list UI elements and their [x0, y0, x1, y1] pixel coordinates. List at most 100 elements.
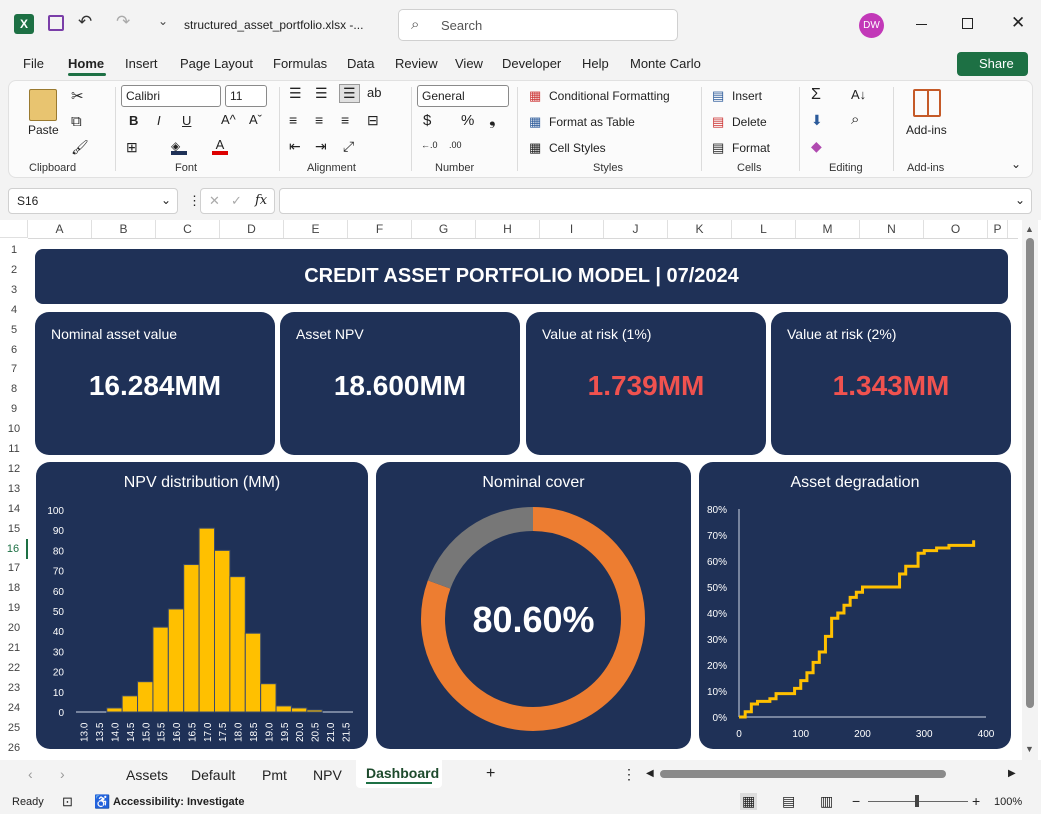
row-header[interactable]: 16: [0, 538, 28, 559]
paste-button[interactable]: Paste: [28, 123, 59, 137]
column-header[interactable]: J: [604, 220, 668, 238]
column-header[interactable]: I: [540, 220, 604, 238]
row-header[interactable]: 13: [0, 479, 28, 499]
row-header[interactable]: 1: [0, 240, 28, 260]
vertical-scroll-thumb[interactable]: [1026, 238, 1034, 708]
row-header[interactable]: 5: [0, 320, 28, 340]
row-header[interactable]: 25: [0, 718, 28, 738]
underline-button[interactable]: U: [182, 113, 191, 128]
horizontal-scroll-thumb[interactable]: [660, 770, 946, 778]
add-ins-icon[interactable]: [913, 89, 941, 117]
find-select-icon[interactable]: ⌕: [851, 111, 859, 128]
column-header[interactable]: C: [156, 220, 220, 238]
menu-developer[interactable]: Developer: [502, 56, 561, 71]
row-header[interactable]: 14: [0, 499, 28, 519]
column-header[interactable]: H: [476, 220, 540, 238]
column-header[interactable]: P: [988, 220, 1008, 238]
shrink-font-icon[interactable]: Aˇ: [249, 112, 262, 127]
row-header[interactable]: 24: [0, 698, 28, 718]
borders-icon[interactable]: ⊞: [126, 139, 138, 156]
minimize-icon[interactable]: [916, 24, 927, 25]
customize-qat-icon[interactable]: ⌄: [158, 14, 168, 28]
align-left-icon[interactable]: ≡: [289, 112, 297, 128]
column-header[interactable]: F: [348, 220, 412, 238]
row-header[interactable]: 8: [0, 379, 28, 399]
column-header[interactable]: O: [924, 220, 988, 238]
row-header[interactable]: 3: [0, 280, 28, 300]
row-header[interactable]: 11: [0, 439, 28, 459]
insert-cells-icon[interactable]: ▤: [712, 88, 724, 104]
copy-icon[interactable]: ⧉: [71, 113, 82, 130]
decrease-indent-icon[interactable]: ⇤: [289, 138, 301, 155]
name-box[interactable]: S16 ⌄: [8, 188, 178, 214]
sheet-tab-assets[interactable]: Assets: [126, 767, 168, 783]
row-header[interactable]: 4: [0, 300, 28, 320]
font-size-select[interactable]: 11: [225, 85, 267, 107]
page-layout-view-icon[interactable]: ▤: [782, 793, 795, 810]
column-header[interactable]: E: [284, 220, 348, 238]
align-center-icon[interactable]: ≡: [315, 112, 323, 128]
clear-icon[interactable]: ◆: [811, 138, 822, 155]
scroll-up-icon[interactable]: ▲: [1025, 224, 1034, 234]
italic-button[interactable]: I: [157, 113, 161, 128]
format-as-table-icon[interactable]: ▦: [529, 114, 541, 130]
scroll-down-icon[interactable]: ▼: [1025, 744, 1034, 754]
share-button[interactable]: Share ⌄: [957, 52, 1028, 95]
fill-color-icon[interactable]: ◈: [171, 139, 187, 155]
row-header[interactable]: 9: [0, 399, 28, 419]
menu-home[interactable]: Home: [68, 56, 104, 71]
menu-file[interactable]: File: [23, 56, 44, 71]
add-ins-button[interactable]: Add-ins: [906, 123, 947, 137]
sheet-tab-dashboard-active[interactable]: Dashboard: [356, 760, 442, 788]
percent-icon[interactable]: %: [461, 112, 474, 129]
column-header[interactable]: A: [28, 220, 92, 238]
menu-help[interactable]: Help: [582, 56, 609, 71]
row-header[interactable]: 10: [0, 419, 28, 439]
row-header[interactable]: 21: [0, 638, 28, 658]
grow-font-icon[interactable]: A^: [221, 112, 236, 127]
undo-icon[interactable]: ↶: [78, 12, 92, 32]
autosum-icon[interactable]: Σ: [811, 86, 821, 104]
fill-icon[interactable]: ⬇: [811, 112, 823, 129]
column-header[interactable]: M: [796, 220, 860, 238]
menu-view[interactable]: View: [455, 56, 483, 71]
cut-icon[interactable]: ✂: [71, 87, 84, 105]
hscroll-right-icon[interactable]: ▶: [1008, 768, 1016, 779]
search-box[interactable]: ⌕ Search: [398, 9, 678, 41]
zoom-slider-thumb[interactable]: [915, 795, 919, 807]
menu-review[interactable]: Review: [395, 56, 438, 71]
conditional-formatting-icon[interactable]: ▦: [529, 88, 541, 104]
prev-sheet-icon[interactable]: ‹: [28, 766, 33, 782]
maximize-icon[interactable]: [962, 18, 973, 29]
wrap-text-icon[interactable]: ab: [367, 85, 381, 100]
font-color-icon[interactable]: A: [212, 137, 228, 155]
accessibility-icon[interactable]: ♿: [94, 794, 110, 810]
delete-cells-icon[interactable]: ▤: [712, 114, 724, 130]
increase-indent-icon[interactable]: ⇥: [315, 138, 327, 155]
row-header[interactable]: 17: [0, 558, 28, 578]
format-as-table-button[interactable]: Format as Table: [549, 115, 635, 129]
column-header[interactable]: K: [668, 220, 732, 238]
sort-filter-icon[interactable]: A↓: [851, 87, 866, 102]
merge-center-icon[interactable]: ⊟: [367, 112, 379, 129]
menu-insert[interactable]: Insert: [125, 56, 158, 71]
column-header[interactable]: G: [412, 220, 476, 238]
close-icon[interactable]: ✕: [1011, 13, 1025, 33]
hscroll-left-icon[interactable]: ◀: [646, 768, 654, 779]
decrease-decimal-icon[interactable]: .00: [449, 140, 462, 150]
user-avatar[interactable]: DW: [859, 13, 884, 38]
worksheet-grid[interactable]: ABCDEFGHIJKLMNOP 1 2 3 4 5 6 7 8 9 10 11 12 13 14 15 16…: [0, 220, 1041, 760]
macro-record-icon[interactable]: ⊡: [62, 794, 73, 810]
row-header[interactable]: 6: [0, 340, 28, 360]
next-sheet-icon[interactable]: ›: [60, 766, 65, 782]
row-header[interactable]: 23: [0, 678, 28, 698]
menu-page-layout[interactable]: Page Layout: [180, 56, 253, 71]
sheet-tab-npv[interactable]: NPV: [313, 767, 342, 783]
select-all-corner[interactable]: [0, 220, 28, 238]
row-header[interactable]: 20: [0, 618, 28, 638]
menu-monte-carlo[interactable]: Monte Carlo: [630, 56, 701, 71]
expand-formula-icon[interactable]: ⌄: [1015, 193, 1025, 207]
insert-function-icon[interactable]: fx: [255, 193, 267, 208]
accessibility-status[interactable]: Accessibility: Investigate: [113, 796, 244, 808]
save-icon[interactable]: [48, 15, 64, 31]
